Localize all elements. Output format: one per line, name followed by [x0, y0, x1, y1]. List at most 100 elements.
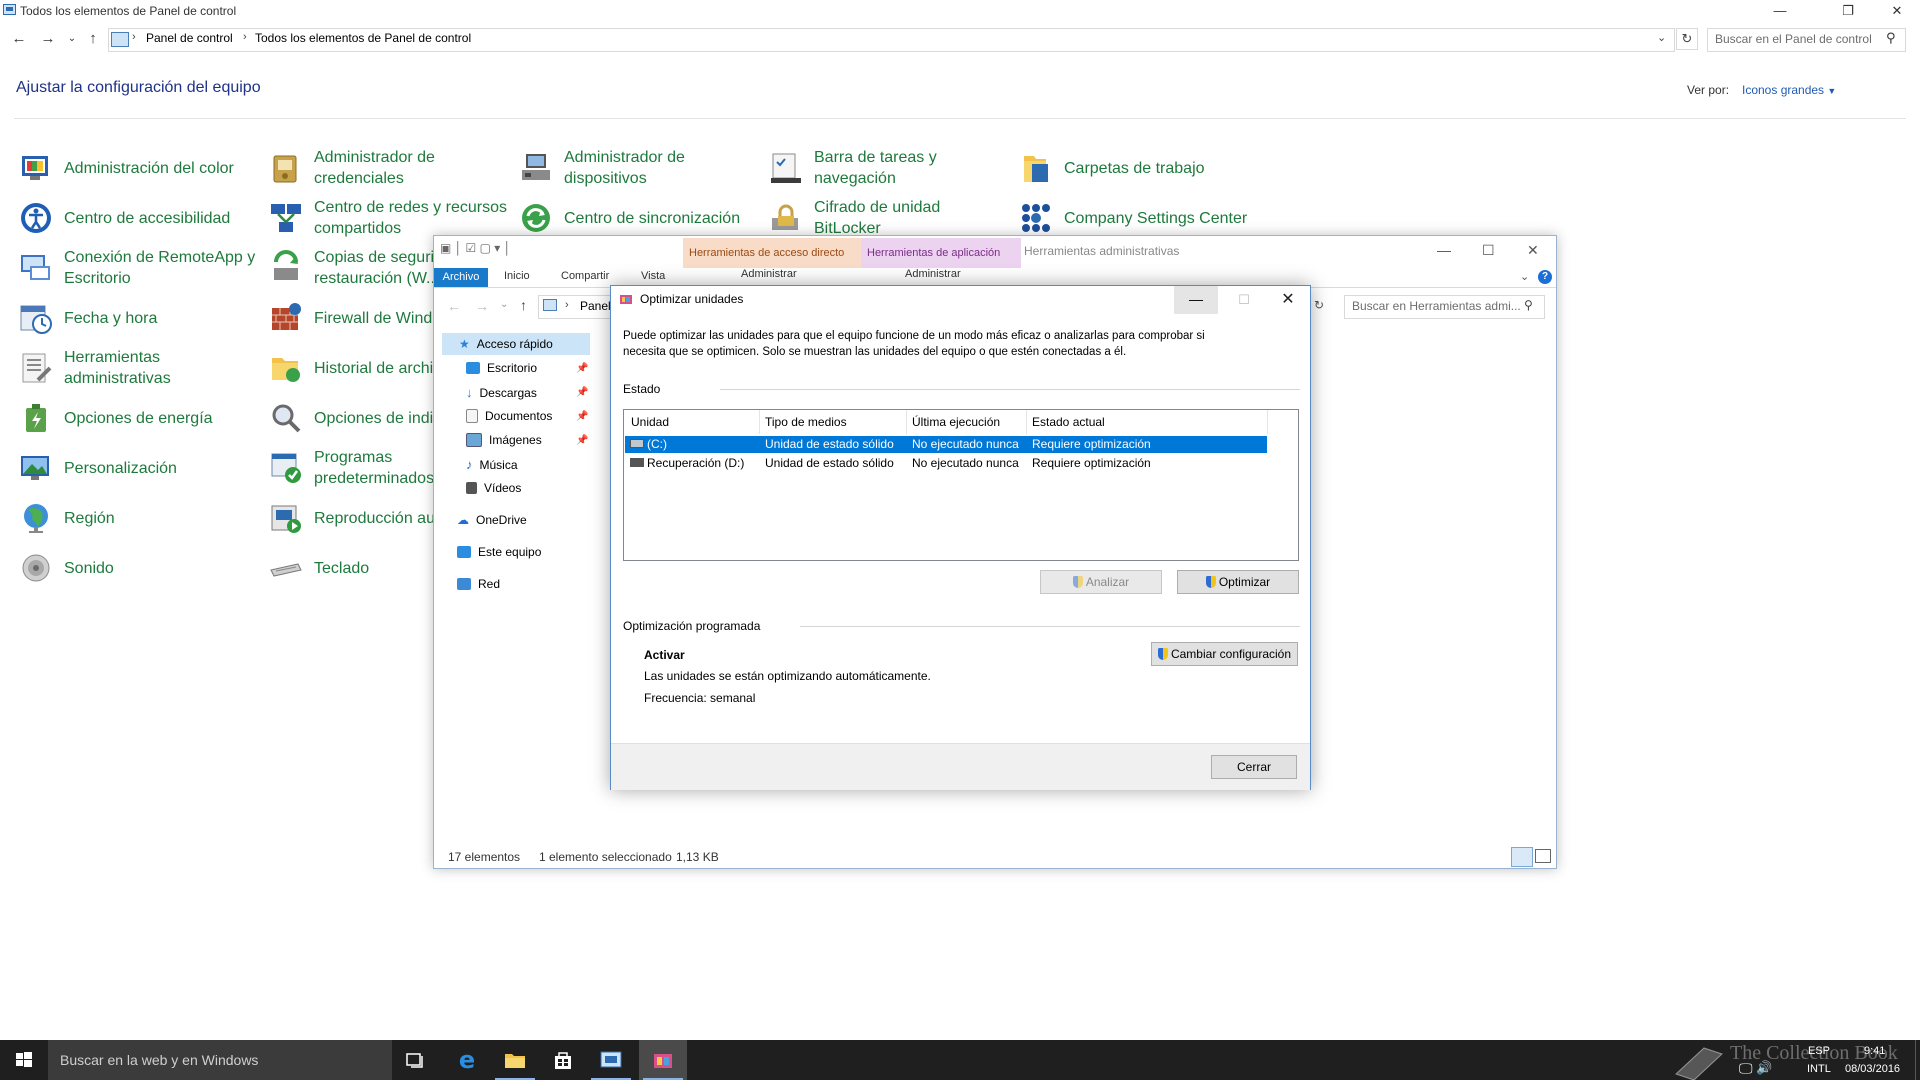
help-icon[interactable]: ? — [1538, 270, 1552, 284]
cp-item-default-programs[interactable]: Programas predeterminados — [268, 446, 434, 490]
cp-item-device-manager[interactable]: Administrador de dispositivos — [518, 146, 685, 190]
optimize-drives-taskbar-button[interactable] — [639, 1040, 687, 1080]
nav-item-network[interactable]: Red — [457, 577, 500, 591]
minimize-button[interactable]: — — [1757, 0, 1803, 22]
tab-manage-app[interactable]: Administrar — [905, 268, 961, 280]
cp-item-sync-center[interactable]: Centro de sincronización — [518, 196, 740, 240]
minimize-button[interactable]: — — [1174, 286, 1218, 314]
column-separator[interactable] — [906, 410, 907, 434]
cp-item-indexing[interactable]: Opciones de indiz — [268, 396, 441, 440]
recent-dropdown-icon[interactable]: ⌄ — [500, 299, 508, 310]
analyze-button[interactable]: Analizar — [1040, 570, 1162, 594]
cp-item-bitlocker[interactable]: Cifrado de unidad BitLocker — [768, 196, 940, 240]
nav-item-quick-access[interactable]: ★ Acceso rápido — [459, 337, 553, 351]
close-button[interactable]: ✕ — [1527, 242, 1539, 259]
column-header-media[interactable]: Tipo de medios — [765, 415, 847, 429]
breadcrumb-panel[interactable]: Panel — [580, 299, 611, 313]
edge-button[interactable]: e — [443, 1040, 491, 1080]
cp-item-personalization[interactable]: Personalización — [18, 446, 177, 490]
nav-item-music[interactable]: ♪ Música — [466, 457, 518, 472]
nav-item-documents[interactable]: Documentos — [466, 409, 552, 423]
nav-item-onedrive[interactable]: ☁ OneDrive — [457, 513, 527, 527]
show-desktop-button[interactable] — [1915, 1040, 1920, 1080]
refresh-icon[interactable]: ↻ — [1676, 28, 1698, 50]
clock-time[interactable]: 9:41 — [1864, 1045, 1885, 1057]
tab-view[interactable]: Vista — [641, 270, 665, 282]
search-icon[interactable]: ⚲ — [1886, 30, 1896, 46]
view-by-dropdown[interactable]: Iconos grandes ▼ — [1742, 83, 1836, 97]
quick-access-toolbar[interactable]: ▣ │ ☑ ▢ ▾ │ — [440, 241, 511, 255]
cp-item-sound[interactable]: Sonido — [18, 546, 114, 590]
cp-item-remoteapp[interactable]: Conexión de RemoteApp y Escritorio — [18, 246, 255, 290]
breadcrumb-control-panel[interactable]: Panel de control — [146, 31, 233, 45]
tab-app-tools[interactable]: Herramientas de aplicación — [861, 238, 1021, 268]
nav-item-this-pc[interactable]: Este equipo — [457, 545, 541, 559]
nav-item-desktop[interactable]: Escritorio — [466, 361, 537, 375]
column-header-last-run[interactable]: Última ejecución — [912, 415, 1000, 429]
language-indicator[interactable]: ESP — [1808, 1045, 1830, 1057]
column-separator[interactable] — [1026, 410, 1027, 434]
drive-row[interactable]: Recuperación (D:) Unidad de estado sólid… — [625, 455, 1267, 472]
refresh-icon[interactable]: ↻ — [1314, 298, 1324, 312]
close-dialog-button[interactable]: Cerrar — [1211, 755, 1297, 779]
ribbon-expand-icon[interactable]: ⌄ — [1520, 270, 1529, 283]
back-arrow-icon[interactable]: ← — [10, 30, 28, 48]
tab-shortcut-tools[interactable]: Herramientas de acceso directo — [683, 238, 865, 268]
pin-icon[interactable]: 📌 — [576, 411, 588, 422]
column-header-status[interactable]: Estado actual — [1032, 415, 1105, 429]
cp-item-date-time[interactable]: Fecha y hora — [18, 296, 157, 340]
task-view-button[interactable] — [392, 1040, 440, 1080]
pin-icon[interactable]: 📌 — [576, 387, 588, 398]
pin-icon[interactable]: 📌 — [576, 435, 588, 446]
cp-item-work-folders[interactable]: Carpetas de trabajo — [1018, 146, 1205, 190]
drive-row[interactable]: (C:) Unidad de estado sólido No ejecutad… — [625, 436, 1267, 453]
tab-file[interactable]: Archivo — [434, 268, 488, 287]
cp-item-power[interactable]: Opciones de energía — [18, 396, 213, 440]
close-button[interactable]: ✕ — [1874, 0, 1920, 22]
cp-item-autoplay[interactable]: Reproducción aut — [268, 496, 439, 540]
network-tray-icon[interactable]: 🖵 — [1739, 1060, 1753, 1077]
cp-item-file-history[interactable]: Historial de archiv — [268, 346, 441, 390]
nav-item-videos[interactable]: Vídeos — [466, 481, 521, 495]
change-settings-button[interactable]: Cambiar configuración — [1151, 642, 1298, 666]
up-arrow-icon[interactable]: ↑ — [84, 30, 102, 48]
search-icon[interactable]: ⚲ — [1524, 298, 1533, 312]
cp-item-company-settings[interactable]: Company Settings Center — [1018, 196, 1247, 240]
clock-date[interactable]: 08/03/2016 — [1845, 1063, 1900, 1075]
control-panel-taskbar-button[interactable] — [587, 1040, 635, 1080]
restore-button[interactable]: ❐ — [1825, 0, 1871, 22]
tab-share[interactable]: Compartir — [561, 270, 609, 282]
file-explorer-button[interactable] — [491, 1040, 539, 1080]
cp-item-credentials[interactable]: Administrador de credenciales — [268, 146, 435, 190]
back-arrow-icon[interactable]: ← — [447, 298, 461, 314]
recent-dropdown-icon[interactable]: ⌄ — [63, 30, 81, 48]
cp-item-taskbar-navigation[interactable]: Barra de tareas y navegación — [768, 146, 937, 190]
large-icons-view-button[interactable] — [1535, 849, 1551, 863]
volume-tray-icon[interactable]: 🔊 — [1756, 1060, 1772, 1076]
cp-item-firewall[interactable]: Firewall de Wind — [268, 296, 432, 340]
minimize-button[interactable]: — — [1437, 242, 1451, 258]
nav-item-downloads[interactable]: ↓ Descargas — [466, 385, 537, 400]
cp-item-color-management[interactable]: Administración del color — [18, 146, 234, 190]
cp-item-network-center[interactable]: Centro de redes y recursos compartidos — [268, 196, 507, 240]
nav-item-pictures[interactable]: Imágenes — [466, 433, 542, 447]
cp-item-keyboard[interactable]: Teclado — [268, 546, 369, 590]
cp-item-admin-tools[interactable]: Herramientas administrativas — [18, 346, 171, 390]
forward-arrow-icon[interactable]: → — [475, 298, 489, 314]
breadcrumb-all-items[interactable]: Todos los elementos de Panel de control — [255, 31, 471, 45]
pin-icon[interactable]: 📌 — [576, 363, 588, 374]
up-arrow-icon[interactable]: ↑ — [520, 297, 527, 313]
tab-home[interactable]: Inicio — [504, 270, 530, 282]
close-button[interactable]: ✕ — [1266, 286, 1310, 314]
column-separator[interactable] — [759, 410, 760, 434]
drives-list[interactable] — [623, 409, 1299, 561]
forward-arrow-icon[interactable]: → — [39, 30, 57, 48]
column-header-unit[interactable]: Unidad — [631, 415, 669, 429]
optimize-button[interactable]: Optimizar — [1177, 570, 1299, 594]
store-button[interactable] — [539, 1040, 587, 1080]
column-separator[interactable] — [1267, 410, 1268, 434]
details-view-button[interactable] — [1511, 847, 1533, 867]
maximize-button[interactable]: ☐ — [1482, 242, 1495, 259]
cp-item-accessibility[interactable]: Centro de accesibilidad — [18, 196, 230, 240]
address-dropdown-icon[interactable]: ⌄ — [1657, 31, 1666, 44]
